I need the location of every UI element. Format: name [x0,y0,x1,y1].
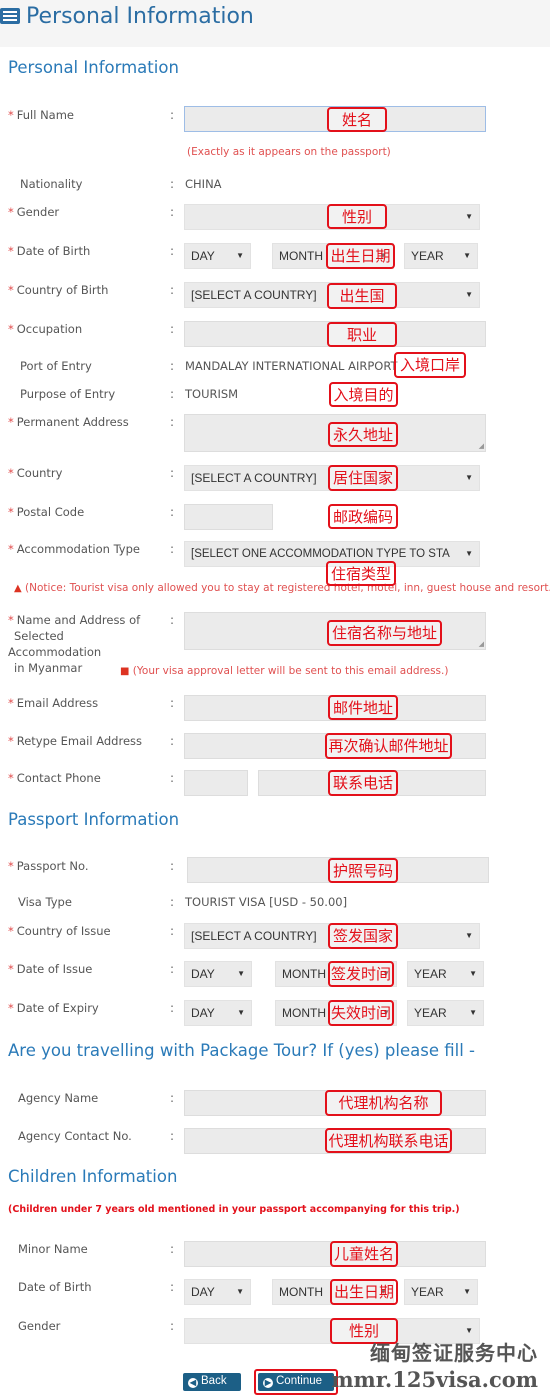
country-label: * Country [8,466,63,480]
annotation-phone: 联系电话 [328,770,398,796]
warning-icon: ▲ [14,583,22,594]
annotation-country: 居住国家 [328,465,398,491]
accommodation-notice: ▲ (Notice: Tourist visa only allowed you… [14,582,550,594]
accommodation-type-label: * Accommodation Type [8,542,140,556]
minor-dob-label: Date of Birth [18,1280,92,1294]
mail-icon: ■ [120,666,130,677]
annotation-agency-name: 代理机构名称 [325,1090,442,1116]
annotation-perm-address: 永久地址 [328,422,398,447]
annotation-issue-date: 签发时间 [328,961,394,987]
dob-label: * Date of Birth [8,244,91,258]
purpose-label: Purpose of Entry [20,387,116,401]
retype-email-label: * Retype Email Address [8,734,143,748]
watermark-url: mmr.125visa.com [331,1367,538,1392]
annotation-occupation: 职业 [327,322,397,347]
port-of-entry-label: Port of Entry [20,359,92,373]
issue-year-select[interactable]: YEAR ▼ [407,961,484,987]
annotation-dob: 出生日期 [326,243,395,269]
email-label: * Email Address [8,696,99,710]
full-name-hint: (Exactly as it appears on the passport) [187,146,391,158]
purpose-value: TOURISM [185,387,239,401]
annotation-minor-dob: 出生日期 [330,1279,398,1305]
agency-contact-label: Agency Contact No. [18,1129,132,1143]
annotation-postal: 邮政编码 [328,504,398,529]
dob-year-select[interactable]: YEAR ▼ [404,243,478,269]
arrow-right-icon: ▶ [263,1378,273,1388]
annotation-gender: 性别 [327,204,387,229]
expiry-year-select[interactable]: YEAR ▼ [407,1000,484,1026]
visa-type-label: Visa Type [18,895,72,909]
annotation-minor-name: 儿童姓名 [330,1241,398,1267]
annotation-accom-name: 住宿名称与地址 [327,620,442,646]
issue-day-select[interactable]: DAY ▼ [184,961,252,987]
date-of-expiry-label: * Date of Expiry [8,1001,99,1015]
occupation-label: * Occupation [8,322,83,336]
children-note: (Children under 7 years old mentioned in… [8,1204,460,1215]
gender-label: * Gender [8,205,60,219]
annotation-accom-type: 住宿类型 [326,561,396,586]
minor-name-label: Minor Name [18,1242,88,1256]
minor-gender-label: Gender [18,1319,61,1333]
visa-type-value: TOURIST VISA [USD - 50.00] [185,895,348,909]
full-name-label: * Full Name [8,108,74,122]
postal-code-input[interactable] [184,504,273,530]
section-tour-title: Are you travelling with Package Tour? If… [8,1041,476,1060]
phone-label: * Contact Phone [8,771,101,785]
permanent-address-label: * Permanent Address [8,415,129,429]
section-personal-title: Personal Information [8,58,179,77]
arrow-left-icon: ◀ [188,1378,198,1388]
phone-code-input[interactable] [184,770,248,796]
annotation-passport-no: 护照号码 [328,858,398,883]
minor-day-select[interactable]: DAY ▼ [184,1279,251,1305]
annotation-retype-email: 再次确认邮件地址 [325,733,452,759]
annotation-birth-country: 出生国 [327,283,397,309]
continue-button[interactable]: ▶ Continue [258,1373,334,1391]
expiry-day-select[interactable]: DAY ▼ [184,1000,252,1026]
annotation-email: 邮件地址 [328,695,398,720]
section-children-title: Children Information [8,1167,178,1186]
passport-no-label: * Passport No. [8,859,89,873]
nationality-value: CHINA [185,177,222,191]
annotation-expiry-date: 失效时间 [328,1000,394,1026]
watermark-title: 缅甸签证服务中心 [370,1341,538,1365]
annotation-purpose: 入境目的 [329,382,398,407]
dob-day-select[interactable]: DAY ▼ [184,243,251,269]
country-of-birth-label: * Country of Birth [8,283,109,297]
minor-year-select[interactable]: YEAR ▼ [404,1279,478,1305]
email-hint: ■ (Your visa approval letter will be sen… [120,665,449,677]
list-icon [0,8,20,24]
page-title: Personal Information [26,4,254,29]
annotation-port: 入境口岸 [394,352,466,378]
date-of-issue-label: * Date of Issue [8,962,93,976]
back-button[interactable]: ◀ Back [183,1373,241,1391]
annotation-full-name: 姓名 [327,107,387,132]
country-of-issue-label: * Country of Issue [8,924,111,938]
annotation-issue-country: 签发国家 [328,923,398,949]
section-passport-title: Passport Information [8,810,180,829]
annotation-agency-contact: 代理机构联系电话 [325,1128,452,1153]
agency-name-label: Agency Name [18,1091,99,1105]
postal-code-label: * Postal Code [8,505,85,519]
nationality-label: Nationality [20,177,83,191]
port-of-entry-value: MANDALAY INTERNATIONAL AIRPORT [185,359,398,373]
